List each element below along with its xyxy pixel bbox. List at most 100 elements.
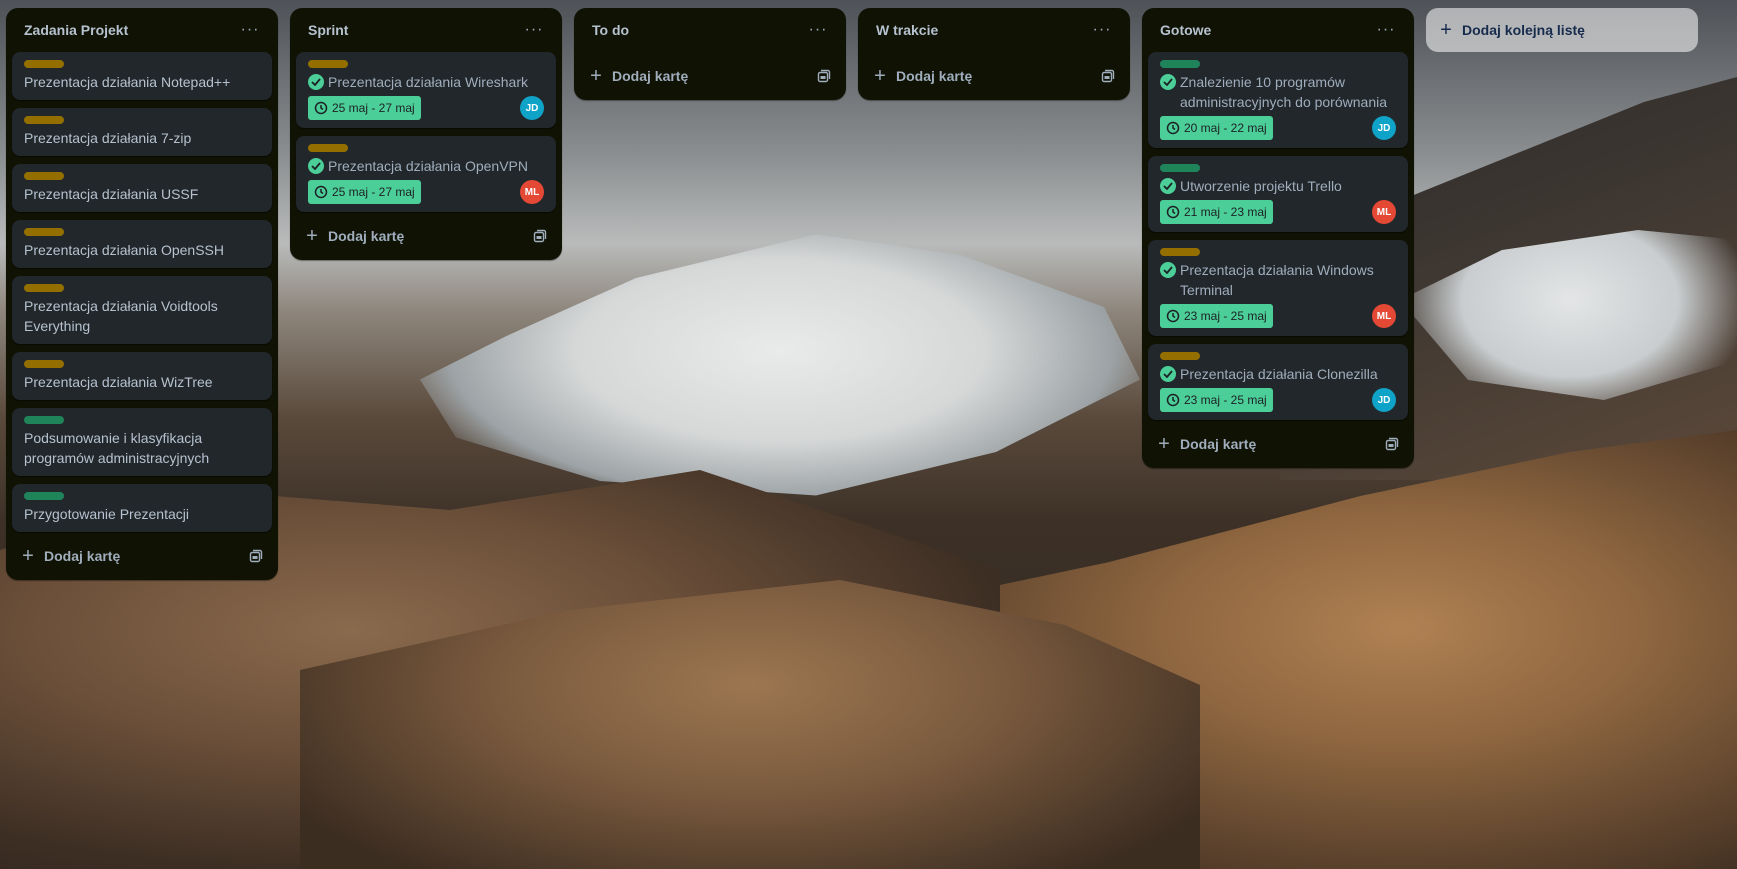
- add-card-button[interactable]: + Dodaj kartę: [20, 546, 120, 566]
- card-label[interactable]: [1160, 248, 1200, 256]
- list-menu-icon[interactable]: ···: [236, 16, 264, 44]
- list-menu-icon[interactable]: ···: [1088, 16, 1116, 44]
- list: Zadania Projekt ··· Prezentacja działania …: [6, 8, 278, 580]
- member-avatar[interactable]: ML: [1372, 200, 1396, 224]
- due-date-badge[interactable]: 25 maj - 27 maj: [308, 96, 421, 120]
- list-menu-icon[interactable]: ···: [804, 16, 832, 44]
- card[interactable]: Utworzenie projektu Trello 21 maj - 23 ma…: [1148, 156, 1408, 232]
- member-avatar[interactable]: JD: [1372, 116, 1396, 140]
- card-label[interactable]: [24, 172, 64, 180]
- card[interactable]: Prezentacja działania WizTree: [12, 352, 272, 400]
- plus-icon: +: [306, 225, 318, 247]
- card-title: Prezentacja działania Windows Terminal: [1180, 262, 1374, 298]
- due-date-badge[interactable]: 21 maj - 23 maj: [1160, 200, 1273, 224]
- member-avatar[interactable]: JD: [1372, 388, 1396, 412]
- card-title: Prezentacja działania Wireshark: [328, 74, 528, 90]
- due-date-badge[interactable]: 23 maj - 25 maj: [1160, 304, 1273, 328]
- card[interactable]: Prezentacja działania Wireshark 25 maj - …: [296, 52, 556, 128]
- check-circle-icon[interactable]: [1160, 262, 1176, 278]
- member-avatar[interactable]: ML: [520, 180, 544, 204]
- card-title: Prezentacja działania 7-zip: [24, 130, 192, 146]
- card[interactable]: Prezentacja działania OpenSSH: [12, 220, 272, 268]
- card-label[interactable]: [1160, 60, 1200, 68]
- card[interactable]: Przygotowanie Prezentacji: [12, 484, 272, 532]
- plus-icon: +: [1440, 19, 1452, 41]
- clock-icon: [1166, 309, 1180, 323]
- check-circle-icon[interactable]: [1160, 74, 1176, 90]
- list-title[interactable]: W trakcie: [876, 22, 938, 38]
- card-label[interactable]: [24, 492, 64, 500]
- card-title-row: Prezentacja działania 7-zip: [24, 128, 260, 148]
- card-title-row: Prezentacja działania Clonezilla: [1160, 364, 1396, 384]
- due-date-badge[interactable]: 20 maj - 22 maj: [1160, 116, 1273, 140]
- add-card-row: + Dodaj kartę: [296, 218, 556, 254]
- card-title: Prezentacja działania Voidtools Everythi…: [24, 298, 218, 334]
- add-card-row: + Dodaj kartę: [580, 58, 840, 94]
- card-list: Znalezienie 10 programów administracyjny…: [1148, 52, 1408, 420]
- plus-icon: +: [590, 65, 602, 87]
- check-circle-icon[interactable]: [308, 74, 324, 90]
- list: Gotowe ··· Znalezienie 10 programów admini…: [1142, 8, 1414, 468]
- card-label[interactable]: [24, 360, 64, 368]
- card-label[interactable]: [1160, 352, 1200, 360]
- list-menu-icon[interactable]: ···: [1372, 16, 1400, 44]
- card[interactable]: Prezentacja działania Notepad++: [12, 52, 272, 100]
- add-card-button[interactable]: + Dodaj kartę: [872, 66, 972, 86]
- clock-icon: [1166, 205, 1180, 219]
- card[interactable]: Prezentacja działania USSF: [12, 164, 272, 212]
- list: Sprint ··· Prezentacja działania Wireshark…: [290, 8, 562, 260]
- add-card-row: + Dodaj kartę: [1148, 426, 1408, 462]
- card-title: Prezentacja działania USSF: [24, 186, 199, 202]
- card-title: Przygotowanie Prezentacji: [24, 506, 189, 522]
- create-from-template-icon[interactable]: [1100, 68, 1116, 84]
- list-title[interactable]: Sprint: [308, 22, 348, 38]
- due-date-text: 23 maj - 25 maj: [1184, 393, 1267, 407]
- add-card-row: + Dodaj kartę: [864, 58, 1124, 94]
- card-title-row: Podsumowanie i klasyfikacja programów ad…: [24, 428, 260, 468]
- card-title: Znalezienie 10 programów administracyjny…: [1180, 74, 1387, 110]
- add-card-button[interactable]: + Dodaj kartę: [1156, 434, 1256, 454]
- plus-icon: +: [1158, 433, 1170, 455]
- plus-icon: +: [874, 65, 886, 87]
- create-from-template-icon[interactable]: [1384, 436, 1400, 452]
- card-title: Prezentacja działania WizTree: [24, 374, 213, 390]
- add-card-button[interactable]: + Dodaj kartę: [304, 226, 404, 246]
- add-list-button[interactable]: + Dodaj kolejną listę: [1426, 8, 1698, 52]
- card-label[interactable]: [24, 116, 64, 124]
- card-list: Prezentacja działania Notepad++ Prezentac…: [12, 52, 272, 532]
- list-title[interactable]: Gotowe: [1160, 22, 1211, 38]
- card-label[interactable]: [24, 228, 64, 236]
- card[interactable]: Znalezienie 10 programów administracyjny…: [1148, 52, 1408, 148]
- check-circle-icon[interactable]: [1160, 178, 1176, 194]
- clock-icon: [314, 185, 328, 199]
- create-from-template-icon[interactable]: [816, 68, 832, 84]
- board-canvas: Zadania Projekt ··· Prezentacja działania …: [0, 0, 1737, 869]
- list-title[interactable]: To do: [592, 22, 629, 38]
- card[interactable]: Prezentacja działania OpenVPN 25 maj - 27…: [296, 136, 556, 212]
- due-date-text: 21 maj - 23 maj: [1184, 205, 1267, 219]
- due-date-badge[interactable]: 25 maj - 27 maj: [308, 180, 421, 204]
- due-date-badge[interactable]: 23 maj - 25 maj: [1160, 388, 1273, 412]
- member-avatar[interactable]: JD: [520, 96, 544, 120]
- card-label[interactable]: [24, 60, 64, 68]
- card-label[interactable]: [24, 416, 64, 424]
- add-card-label: Dodaj kartę: [612, 68, 689, 84]
- add-card-button[interactable]: + Dodaj kartę: [588, 66, 688, 86]
- card-label[interactable]: [1160, 164, 1200, 172]
- card-label[interactable]: [24, 284, 64, 292]
- create-from-template-icon[interactable]: [248, 548, 264, 564]
- card[interactable]: Prezentacja działania Voidtools Everythi…: [12, 276, 272, 344]
- check-circle-icon[interactable]: [1160, 366, 1176, 382]
- card[interactable]: Prezentacja działania Clonezilla 23 maj -…: [1148, 344, 1408, 420]
- list-menu-icon[interactable]: ···: [520, 16, 548, 44]
- card[interactable]: Podsumowanie i klasyfikacja programów ad…: [12, 408, 272, 476]
- create-from-template-icon[interactable]: [532, 228, 548, 244]
- member-avatar[interactable]: ML: [1372, 304, 1396, 328]
- add-card-label: Dodaj kartę: [1180, 436, 1257, 452]
- list-title[interactable]: Zadania Projekt: [24, 22, 128, 38]
- card-label[interactable]: [308, 144, 348, 152]
- card[interactable]: Prezentacja działania Windows Terminal 23…: [1148, 240, 1408, 336]
- check-circle-icon[interactable]: [308, 158, 324, 174]
- card-label[interactable]: [308, 60, 348, 68]
- card[interactable]: Prezentacja działania 7-zip: [12, 108, 272, 156]
